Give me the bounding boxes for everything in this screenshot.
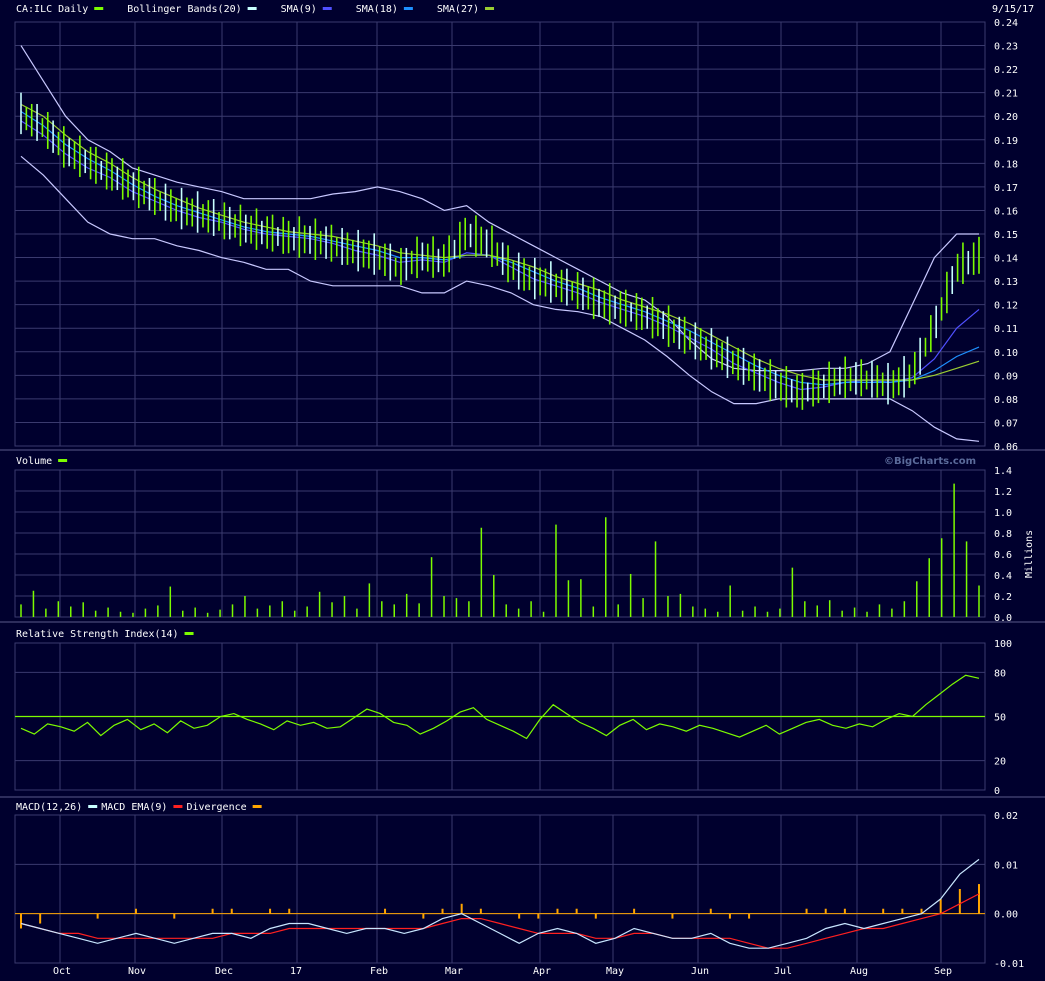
price-tick-label: 0.13 xyxy=(994,277,1018,288)
volume-tick-label: 0.2 xyxy=(994,592,1012,603)
legend-price-0: CA:ILC Daily xyxy=(16,4,88,15)
macd-panel: 0.02 0.01 0.00 -0.01 xyxy=(15,811,1024,970)
legend-price-4: SMA(27) xyxy=(437,4,479,15)
legend-swatch xyxy=(88,805,98,808)
price-tick-label: 0.12 xyxy=(994,301,1018,312)
price-tick-label: 0.10 xyxy=(994,348,1018,359)
volume-tick-label: 1.0 xyxy=(994,508,1012,519)
rsi-tick-label: 100 xyxy=(994,639,1012,650)
volume-tick-label: 1.4 xyxy=(994,466,1012,477)
price-tick-label: 0.16 xyxy=(994,206,1018,217)
stock-chart: Oct Nov Dec 17 Feb Mar Apr May Jun Jul Aug Sep 0.24… xyxy=(0,4,1045,977)
volume-tick-label: 0.6 xyxy=(994,550,1012,561)
legend-price-1: Bollinger Bands(20) xyxy=(127,4,241,15)
volume-panel: 1.4 1.2 1.0 0.8 0.6 0.4 0.2 0.0 Millions xyxy=(20,466,1035,624)
price-tick-label: 0.21 xyxy=(994,89,1018,100)
series-sma-18- xyxy=(20,110,980,386)
date-label: 9/15/17 xyxy=(992,4,1034,15)
month-label-feb: Feb xyxy=(370,966,388,977)
price-tick-label: 0.08 xyxy=(994,395,1018,406)
legend-swatch xyxy=(94,7,104,10)
volume-axis-label: Millions xyxy=(1024,530,1035,578)
rsi-tick-label: 20 xyxy=(994,757,1006,768)
volume-tick-label: 0.0 xyxy=(994,613,1012,624)
watermark: ©BigCharts.com xyxy=(884,456,976,467)
price-tick-label: 0.11 xyxy=(994,324,1018,335)
price-tick-label: 0.17 xyxy=(994,183,1018,194)
legend-macd-1: MACD EMA(9) xyxy=(101,802,167,813)
price-tick-label: 0.09 xyxy=(994,371,1018,382)
grid: Oct Nov Dec 17 Feb Mar Apr May Jun Jul Aug Sep xyxy=(0,21,1045,977)
legend-macd-2: Divergence xyxy=(186,802,246,813)
price-tick-label: 0.18 xyxy=(994,159,1018,170)
legend-swatch xyxy=(403,7,413,10)
price-tick-label: 0.19 xyxy=(994,136,1018,147)
price-panel: 0.24 0.23 0.22 0.21 0.20 0.19 0.18 0.17 0.16 0.15… xyxy=(20,18,1018,453)
month-label-jun: Jun xyxy=(691,966,709,977)
month-label-may: May xyxy=(606,966,624,977)
macd-tick-label: 0.02 xyxy=(994,811,1018,822)
legend-swatch xyxy=(184,632,194,635)
volume-tick-label: 1.2 xyxy=(994,487,1012,498)
legend-swatch xyxy=(247,7,257,10)
series-macd xyxy=(20,858,980,949)
legend-swatch xyxy=(322,7,332,10)
legend-volume-0: Volume xyxy=(16,456,52,467)
volume-tick-label: 0.4 xyxy=(994,571,1012,582)
price-tick-label: 0.06 xyxy=(994,442,1018,453)
month-label-oct: Oct xyxy=(53,966,71,977)
legend-price-2: SMA(9) xyxy=(281,4,317,15)
rsi-tick-label: 0 xyxy=(994,786,1000,797)
price-tick-label: 0.24 xyxy=(994,18,1018,29)
month-label-aug: Aug xyxy=(850,966,868,977)
price-tick-label: 0.14 xyxy=(994,254,1018,265)
series-sma-9- xyxy=(20,120,980,391)
legend-macd-0: MACD(12,26) xyxy=(16,802,82,813)
legend-swatch xyxy=(252,805,262,808)
series-macd-ema xyxy=(20,893,980,949)
legend-swatch xyxy=(173,805,183,808)
price-tick-label: 0.07 xyxy=(994,418,1018,429)
legends: CA:ILC Daily Bollinger Bands(20) SMA(9) SMA… xyxy=(16,4,495,813)
month-label-dec: Dec xyxy=(215,966,233,977)
price-tick-label: 0.23 xyxy=(994,42,1018,53)
series-rsi xyxy=(20,674,980,740)
macd-tick-label: -0.01 xyxy=(994,959,1024,970)
rsi-tick-label: 80 xyxy=(994,668,1006,679)
month-label-sep: Sep xyxy=(934,966,952,977)
series-bollinger-upper xyxy=(20,45,979,372)
legend-swatch xyxy=(58,459,68,462)
legend-rsi-0: Relative Strength Index(14) xyxy=(16,629,179,640)
volume-frame xyxy=(14,469,986,618)
month-label-17: 17 xyxy=(290,966,302,977)
volume-tick-label: 0.8 xyxy=(994,529,1012,540)
rsi-panel: 100 80 50 20 0 xyxy=(15,639,1012,797)
macd-tick-label: 0.01 xyxy=(994,860,1018,871)
legend-price-3: SMA(18) xyxy=(356,4,398,15)
price-tick-label: 0.15 xyxy=(994,230,1018,241)
macd-tick-label: 0.00 xyxy=(994,910,1018,921)
legend-swatch xyxy=(485,7,495,10)
price-tick-label: 0.20 xyxy=(994,112,1018,123)
month-label-mar: Mar xyxy=(445,966,463,977)
month-label-jul: Jul xyxy=(774,966,792,977)
month-label-nov: Nov xyxy=(128,966,146,977)
price-tick-label: 0.22 xyxy=(994,65,1018,76)
macd-frame xyxy=(14,814,986,964)
month-label-apr: Apr xyxy=(533,966,551,977)
rsi-tick-label: 50 xyxy=(994,713,1006,724)
